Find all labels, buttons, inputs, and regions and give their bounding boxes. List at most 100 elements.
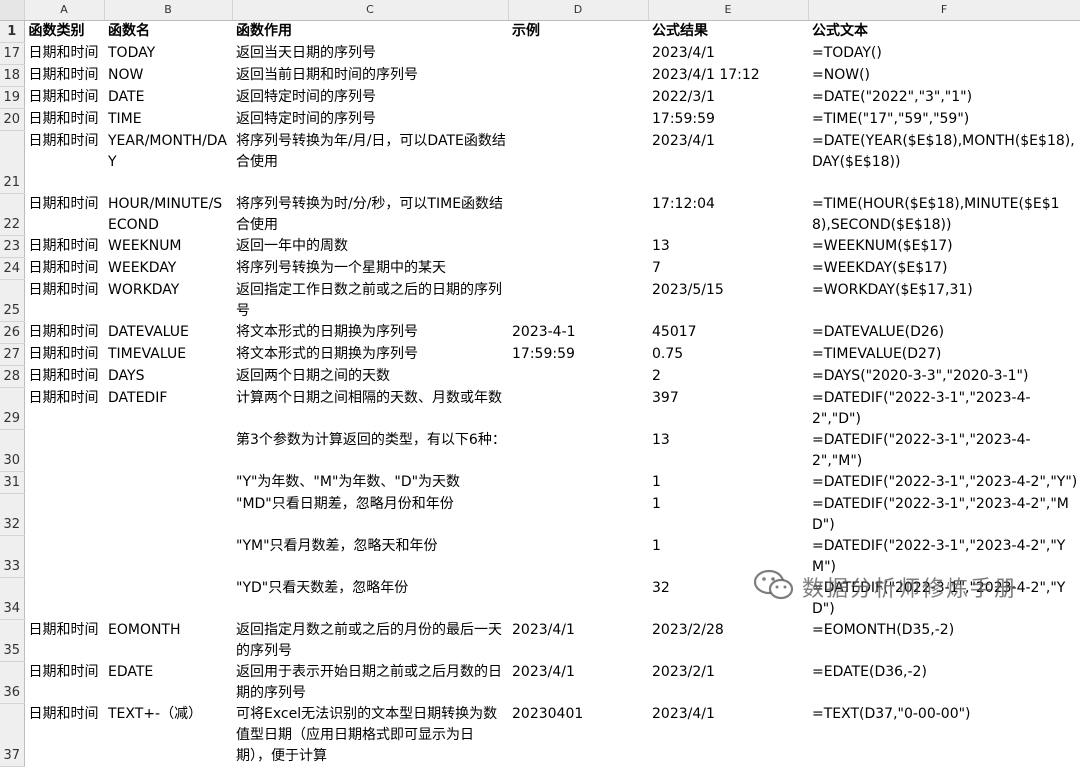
cell-function-name[interactable]: HOUR/MINUTE/SECOND <box>104 194 232 236</box>
cell-example[interactable] <box>508 65 648 87</box>
cell-example[interactable] <box>508 366 648 388</box>
cell-formula-text[interactable]: =TIMEVALUE(D27) <box>808 344 1080 366</box>
cell-formula-result[interactable]: 2023/4/1 <box>648 131 808 194</box>
cell-formula-text[interactable]: =TIME("17","59","59") <box>808 109 1080 131</box>
cell-example[interactable] <box>508 494 648 536</box>
cell-formula-result[interactable]: 32 <box>648 578 808 620</box>
cell-function-purpose[interactable]: 返回指定月数之前或之后的月份的最后一天的序列号 <box>232 620 508 662</box>
cell-formula-result[interactable]: 1 <box>648 472 808 494</box>
row-header[interactable]: 17 <box>0 42 25 65</box>
cell-formula-result[interactable]: 2023/2/28 <box>648 620 808 662</box>
cell-category[interactable]: 日期和时间 <box>24 87 104 109</box>
cell-function-purpose[interactable]: 第3个参数为计算返回的类型，有以下6种： <box>232 430 508 472</box>
row-header[interactable]: 26 <box>0 321 25 344</box>
cell-function-name[interactable] <box>104 430 232 472</box>
cell-function-purpose[interactable]: 可将Excel无法识别的文本型日期转换为数值型日期（应用日期格式即可显示为日期）… <box>232 704 508 767</box>
cell-function-name[interactable]: DATEDIF <box>104 388 232 430</box>
header-cell-function-name[interactable]: 函数名 <box>104 21 232 43</box>
cell-formula-result[interactable]: 2023/4/1 17:12 <box>648 65 808 87</box>
cell-function-name[interactable]: TIMEVALUE <box>104 344 232 366</box>
cell-formula-result[interactable]: 45017 <box>648 322 808 344</box>
cell-category[interactable]: 日期和时间 <box>24 65 104 87</box>
header-cell-formula-text[interactable]: 公式文本 <box>808 21 1080 43</box>
row-header[interactable]: 34 <box>0 577 25 620</box>
cell-category[interactable]: 日期和时间 <box>24 388 104 430</box>
cell-category[interactable]: 日期和时间 <box>24 662 104 704</box>
cell-example[interactable] <box>508 430 648 472</box>
cell-category[interactable]: 日期和时间 <box>24 109 104 131</box>
cell-category[interactable]: 日期和时间 <box>24 620 104 662</box>
row-header[interactable]: 27 <box>0 343 25 366</box>
cell-formula-text[interactable]: =DATE("2022","3","1") <box>808 87 1080 109</box>
cell-example[interactable] <box>508 43 648 65</box>
cell-function-purpose[interactable]: 将序列号转换为年/月/日，可以DATE函数结合使用 <box>232 131 508 194</box>
header-cell-function-purpose[interactable]: 函数作用 <box>232 21 508 43</box>
cell-formula-text[interactable]: =DATE(YEAR($E$18),MONTH($E$18),DAY($E$18… <box>808 131 1080 194</box>
cell-function-name[interactable] <box>104 494 232 536</box>
cell-category[interactable]: 日期和时间 <box>24 322 104 344</box>
cell-function-name[interactable]: EOMONTH <box>104 620 232 662</box>
cell-formula-result[interactable]: 2023/4/1 <box>648 43 808 65</box>
cell-formula-result[interactable]: 17:12:04 <box>648 194 808 236</box>
cell-formula-result[interactable]: 13 <box>648 430 808 472</box>
cell-category[interactable]: 日期和时间 <box>24 280 104 322</box>
cell-formula-result[interactable]: 1 <box>648 536 808 578</box>
select-all-corner[interactable] <box>0 0 25 21</box>
cell-function-purpose[interactable]: "MD"只看日期差，忽略月份和年份 <box>232 494 508 536</box>
cell-category[interactable]: 日期和时间 <box>24 258 104 280</box>
row-header[interactable]: 18 <box>0 64 25 87</box>
cell-example[interactable]: 2023/4/1 <box>508 620 648 662</box>
cell-example[interactable]: 2023-4-1 <box>508 322 648 344</box>
cell-example[interactable] <box>508 388 648 430</box>
cell-function-purpose[interactable]: 返回两个日期之间的天数 <box>232 366 508 388</box>
row-header[interactable]: 28 <box>0 365 25 388</box>
row-header[interactable]: 31 <box>0 471 25 494</box>
cell-formula-result[interactable]: 2022/3/1 <box>648 87 808 109</box>
cell-function-purpose[interactable]: 返回用于表示开始日期之前或之后月数的日期的序列号 <box>232 662 508 704</box>
cell-function-purpose[interactable]: 将序列号转换为一个星期中的某天 <box>232 258 508 280</box>
cell-category[interactable]: 日期和时间 <box>24 131 104 194</box>
cell-formula-result[interactable]: 13 <box>648 236 808 258</box>
column-header-d[interactable]: D <box>508 0 649 21</box>
cell-formula-text[interactable]: =WORKDAY($E$17,31) <box>808 280 1080 322</box>
cell-function-name[interactable]: EDATE <box>104 662 232 704</box>
cell-formula-result[interactable]: 2023/5/15 <box>648 280 808 322</box>
column-header-b[interactable]: B <box>104 0 233 21</box>
cell-example[interactable] <box>508 236 648 258</box>
row-header[interactable]: 22 <box>0 193 25 236</box>
cell-function-purpose[interactable]: 返回特定时间的序列号 <box>232 109 508 131</box>
cell-function-name[interactable] <box>104 578 232 620</box>
cell-example[interactable] <box>508 258 648 280</box>
cell-formula-text[interactable]: =DATEDIF("2022-3-1","2023-4-2","D") <box>808 388 1080 430</box>
cell-formula-text[interactable]: =DATEVALUE(D26) <box>808 322 1080 344</box>
cell-function-purpose[interactable]: 将文本形式的日期换为序列号 <box>232 322 508 344</box>
row-header[interactable]: 35 <box>0 619 25 662</box>
row-header[interactable]: 37 <box>0 703 25 767</box>
cell-formula-text[interactable]: =TODAY() <box>808 43 1080 65</box>
cell-function-name[interactable]: TEXT+-（减） <box>104 704 232 767</box>
cell-formula-result[interactable]: 2 <box>648 366 808 388</box>
cell-example[interactable] <box>508 472 648 494</box>
row-header[interactable]: 20 <box>0 108 25 131</box>
cell-category[interactable]: 日期和时间 <box>24 194 104 236</box>
cell-category[interactable]: 日期和时间 <box>24 366 104 388</box>
cell-formula-text[interactable]: =TEXT(D37,"0-00-00") <box>808 704 1080 767</box>
cell-example[interactable] <box>508 109 648 131</box>
cell-category[interactable] <box>24 578 104 620</box>
cell-formula-text[interactable]: =EDATE(D36,-2) <box>808 662 1080 704</box>
cell-category[interactable]: 日期和时间 <box>24 344 104 366</box>
cell-category[interactable] <box>24 494 104 536</box>
row-header[interactable]: 29 <box>0 387 25 430</box>
cell-example[interactable] <box>508 194 648 236</box>
column-header-f[interactable]: F <box>808 0 1080 21</box>
header-cell-category[interactable]: 函数类别 <box>24 21 104 43</box>
cell-category[interactable] <box>24 472 104 494</box>
cell-formula-text[interactable]: =DATEDIF("2022-3-1","2023-4-2","YD") <box>808 578 1080 620</box>
row-header[interactable]: 24 <box>0 257 25 280</box>
cell-function-purpose[interactable]: 将序列号转换为时/分/秒，可以TIME函数结合使用 <box>232 194 508 236</box>
cell-formula-result[interactable]: 2023/4/1 <box>648 704 808 767</box>
cell-formula-text[interactable]: =DATEDIF("2022-3-1","2023-4-2","Y") <box>808 472 1080 494</box>
cell-function-purpose[interactable]: "YD"只看天数差，忽略年份 <box>232 578 508 620</box>
cell-formula-result[interactable]: 7 <box>648 258 808 280</box>
column-header-c[interactable]: C <box>232 0 509 21</box>
